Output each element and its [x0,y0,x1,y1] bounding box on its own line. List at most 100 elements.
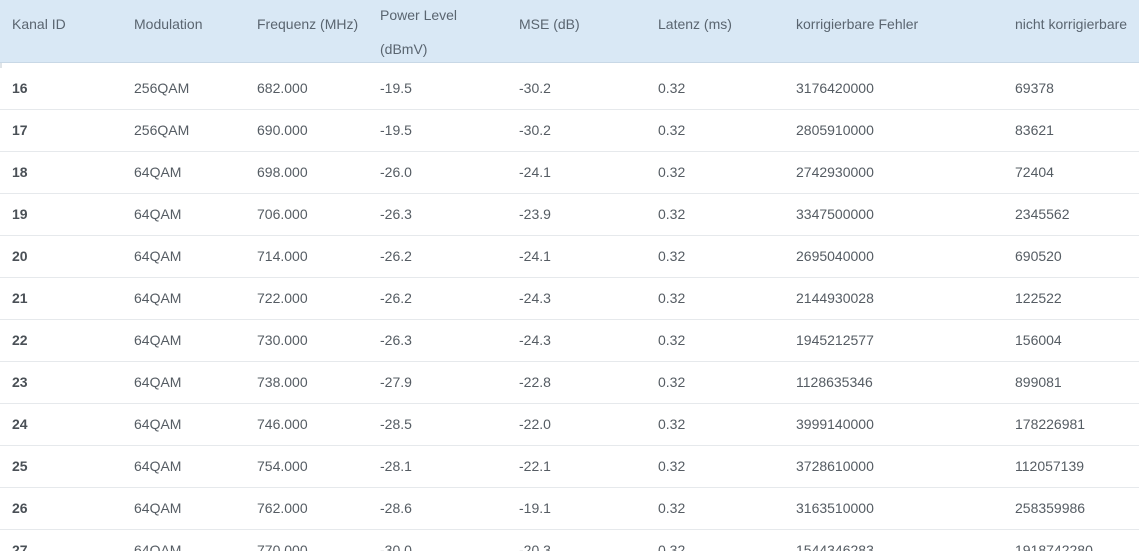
cell-kanal-id: 23 [12,374,28,390]
cell-korrigierbare-fehler: 1945212577 [796,332,874,348]
table-row: 21 64QAM 722.000 -26.2 -24.3 0.32 214493… [0,278,1139,320]
cell-frequenz: 698.000 [257,164,308,180]
cell-nicht-korrigierbare: 112057139 [1015,458,1085,474]
table-header-row: Kanal ID Modulation Frequenz (MHz) Power… [0,0,1139,63]
cell-modulation: 64QAM [134,500,182,516]
cell-latenz: 0.32 [658,290,686,306]
cell-mse: -24.1 [519,248,551,264]
cell-power-level: -26.0 [380,164,412,180]
header-power-level-line2: (dBmV) [380,41,428,57]
cell-latenz: 0.32 [658,122,686,138]
cell-power-level: -28.5 [380,416,412,432]
cell-korrigierbare-fehler: 2805910000 [796,122,874,138]
cell-korrigierbare-fehler: 3999140000 [796,416,874,432]
cell-mse: -22.1 [519,458,551,474]
cell-power-level: -19.5 [380,122,412,138]
cell-power-level: -26.3 [380,332,412,348]
cell-nicht-korrigierbare: 2345562 [1015,206,1070,222]
cell-kanal-id: 27 [12,542,28,551]
cell-modulation: 64QAM [134,248,182,264]
cell-modulation: 64QAM [134,332,182,348]
cell-frequenz: 690.000 [257,122,308,138]
cell-nicht-korrigierbare: 72404 [1015,164,1054,180]
cell-power-level: -30.0 [380,542,412,551]
cell-nicht-korrigierbare: 1918742280 [1015,542,1093,551]
cell-latenz: 0.32 [658,206,686,222]
table-row: 18 64QAM 698.000 -26.0 -24.1 0.32 274293… [0,152,1139,194]
cell-latenz: 0.32 [658,416,686,432]
cell-korrigierbare-fehler: 1128635346 [796,374,873,390]
cell-kanal-id: 24 [12,416,28,432]
table-row: 17 256QAM 690.000 -19.5 -30.2 0.32 28059… [0,110,1139,152]
cell-power-level: -19.5 [380,80,412,96]
cell-mse: -30.2 [519,122,551,138]
cell-korrigierbare-fehler: 3347500000 [796,206,874,222]
cell-nicht-korrigierbare: 258359986 [1015,500,1086,516]
cell-latenz: 0.32 [658,332,686,348]
header-power-level: Power Level (dBmV) [380,0,457,60]
cell-latenz: 0.32 [658,458,686,474]
table-row: 24 64QAM 746.000 -28.5 -22.0 0.32 399914… [0,404,1139,446]
cell-latenz: 0.32 [658,248,686,264]
cell-korrigierbare-fehler: 3176420000 [796,80,874,96]
cell-korrigierbare-fehler: 1544346283 [796,542,874,551]
cell-nicht-korrigierbare: 156004 [1015,332,1062,348]
cell-kanal-id: 19 [12,206,28,222]
cell-power-level: -26.3 [380,206,412,222]
cell-frequenz: 714.000 [257,248,308,264]
cell-nicht-korrigierbare: 122522 [1015,290,1062,306]
cell-mse: -24.1 [519,164,551,180]
cell-power-level: -27.9 [380,374,412,390]
cell-mse: -22.0 [519,416,551,432]
cell-mse: -19.1 [519,500,551,516]
cell-kanal-id: 18 [12,164,28,180]
downstream-channel-table: Kanal ID Modulation Frequenz (MHz) Power… [0,0,1139,551]
cell-korrigierbare-fehler: 2742930000 [796,164,874,180]
cell-power-level: -26.2 [380,248,412,264]
table-row: 25 64QAM 754.000 -28.1 -22.1 0.32 372861… [0,446,1139,488]
cell-modulation: 64QAM [134,164,182,180]
cell-frequenz: 682.000 [257,80,308,96]
cell-kanal-id: 25 [12,458,28,474]
cell-mse: -24.3 [519,290,551,306]
cell-latenz: 0.32 [658,164,686,180]
cell-kanal-id: 21 [12,290,28,306]
cell-latenz: 0.32 [658,542,686,551]
cell-kanal-id: 22 [12,332,28,348]
cell-modulation: 64QAM [134,206,182,222]
table-row: 27 64QAM 770.000 -30.0 -20.3 0.32 154434… [0,530,1139,551]
cell-mse: -22.8 [519,374,551,390]
cell-mse: -30.2 [519,80,551,96]
cell-mse: -23.9 [519,206,551,222]
cell-kanal-id: 16 [12,80,28,96]
table-row: 16 256QAM 682.000 -19.5 -30.2 0.32 31764… [0,68,1139,110]
table-body: 16 256QAM 682.000 -19.5 -30.2 0.32 31764… [0,68,1139,551]
table-row: 23 64QAM 738.000 -27.9 -22.8 0.32 112863… [0,362,1139,404]
cell-latenz: 0.32 [658,374,686,390]
cell-latenz: 0.32 [658,80,686,96]
cell-mse: -24.3 [519,332,551,348]
cell-nicht-korrigierbare: 690520 [1015,248,1062,264]
cell-latenz: 0.32 [658,500,686,516]
cell-frequenz: 730.000 [257,332,308,348]
cell-power-level: -26.2 [380,290,412,306]
cell-power-level: -28.6 [380,500,412,516]
cell-nicht-korrigierbare: 69378 [1015,80,1054,96]
cell-modulation: 64QAM [134,458,182,474]
cell-kanal-id: 17 [12,122,28,138]
cell-korrigierbare-fehler: 2695040000 [796,248,874,264]
cell-frequenz: 770.000 [257,542,308,551]
cell-kanal-id: 26 [12,500,28,516]
table-row: 22 64QAM 730.000 -26.3 -24.3 0.32 194521… [0,320,1139,362]
cell-frequenz: 762.000 [257,500,308,516]
header-power-level-line1: Power Level [380,7,458,23]
table-row: 19 64QAM 706.000 -26.3 -23.9 0.32 334750… [0,194,1139,236]
cell-nicht-korrigierbare: 83621 [1015,122,1054,138]
cell-frequenz: 722.000 [257,290,308,306]
cell-modulation: 256QAM [134,80,190,96]
table-row: 20 64QAM 714.000 -26.2 -24.1 0.32 269504… [0,236,1139,278]
cell-nicht-korrigierbare: 178226981 [1015,416,1086,432]
cell-kanal-id: 20 [12,248,28,264]
cell-korrigierbare-fehler: 2144930028 [796,290,874,306]
cell-power-level: -28.1 [380,458,412,474]
